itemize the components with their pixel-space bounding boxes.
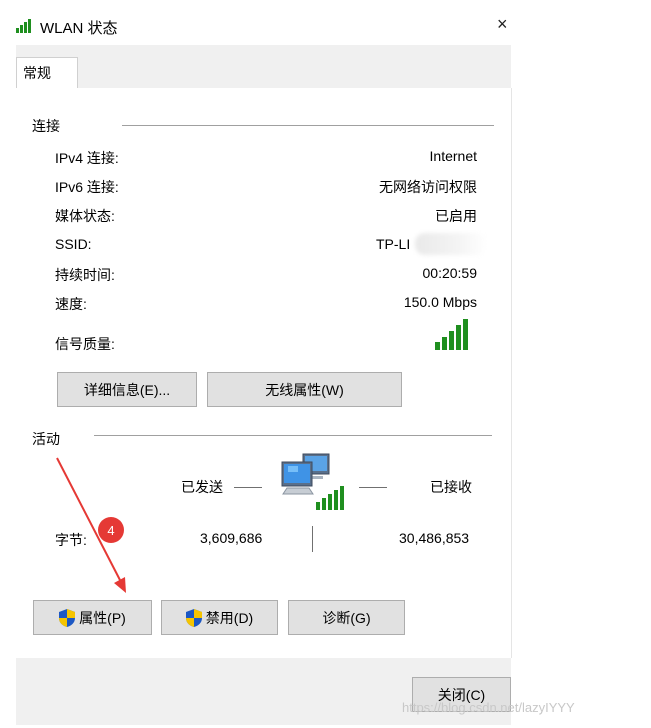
shield-icon xyxy=(59,608,76,627)
received-line xyxy=(359,487,387,488)
duration-label: 持续时间: xyxy=(55,267,115,283)
wireless-properties-button[interactable]: 无线属性(W) xyxy=(207,372,402,407)
activity-group-title: 活动 xyxy=(32,431,60,447)
signal-strength-icon xyxy=(435,318,475,353)
signal-quality-label: 信号质量: xyxy=(55,336,115,352)
connection-group-title: 连接 xyxy=(32,118,60,134)
step-number-badge: 4 xyxy=(98,517,124,543)
diagnose-button[interactable]: 诊断(G) xyxy=(288,600,405,635)
media-state-value: 已启用 xyxy=(435,208,477,224)
sent-line xyxy=(234,487,262,488)
tab-general[interactable]: 常规 xyxy=(16,57,78,89)
ssid-blur-redaction xyxy=(415,233,487,255)
media-state-label: 媒体状态: xyxy=(55,208,115,224)
ssid-value: TP-LI xyxy=(376,236,411,252)
connection-group-divider xyxy=(122,125,494,126)
ipv4-label: IPv4 连接: xyxy=(55,150,119,166)
activity-group-divider xyxy=(94,435,492,436)
shield-icon xyxy=(185,608,202,627)
properties-button[interactable]: 属性(P) xyxy=(33,600,152,635)
window-title: WLAN 状态 xyxy=(40,20,118,37)
tab-strip xyxy=(16,45,511,88)
watermark-text: https://blog.csdn.net/lazyIYYY xyxy=(402,700,575,715)
speed-label: 速度: xyxy=(55,296,87,312)
duration-value: 00:20:59 xyxy=(422,265,478,281)
speed-value: 150.0 Mbps xyxy=(403,294,477,310)
ipv4-value: Internet xyxy=(429,148,477,164)
close-window-button[interactable]: × xyxy=(497,14,508,35)
received-label: 已接收 xyxy=(430,479,472,495)
wifi-signal-icon xyxy=(16,19,34,36)
step-number: 4 xyxy=(107,522,115,538)
bytes-label: 字节: xyxy=(55,532,87,548)
ipv6-value: 无网络访问权限 xyxy=(379,179,477,195)
network-computers-icon xyxy=(279,452,345,515)
ipv6-label: IPv6 连接: xyxy=(55,179,119,195)
sent-label: 已发送 xyxy=(181,479,223,495)
details-button[interactable]: 详细信息(E)... xyxy=(57,372,197,407)
bytes-sent-value: 3,609,686 xyxy=(200,530,263,546)
ssid-label: SSID: xyxy=(55,236,92,252)
bytes-divider xyxy=(312,526,313,552)
disable-button[interactable]: 禁用(D) xyxy=(161,600,278,635)
disable-button-label: 禁用(D) xyxy=(205,609,254,626)
bytes-received-value: 30,486,853 xyxy=(399,530,470,546)
properties-button-label: 属性(P) xyxy=(79,609,126,626)
